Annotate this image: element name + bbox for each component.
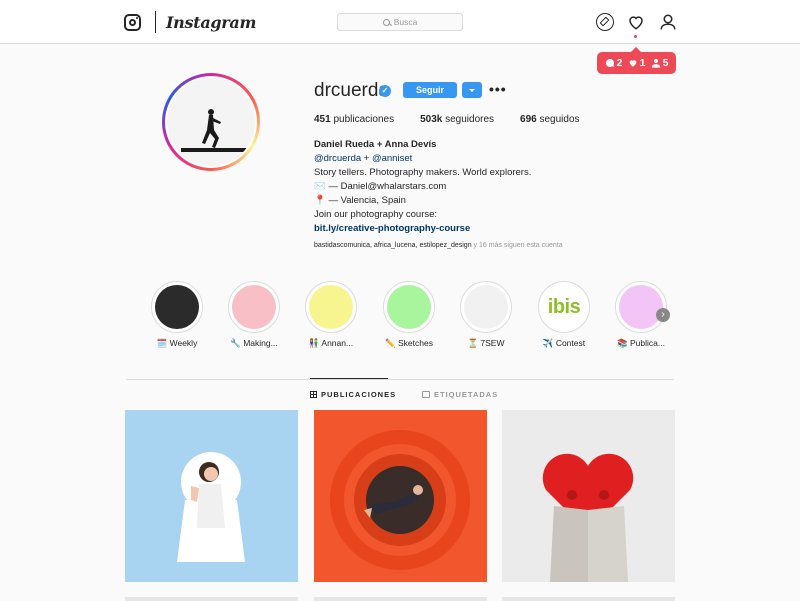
post-thumbnail[interactable] (502, 410, 675, 582)
story-highlight[interactable]: 🔧 Making... (224, 281, 284, 349)
post-thumbnail[interactable] (314, 410, 487, 582)
highlight-cover (387, 285, 431, 329)
instagram-wordmark: Instagram (166, 12, 257, 32)
tabs-divider (126, 379, 674, 380)
instagram-logo[interactable]: Instagram (124, 11, 257, 33)
highlight-cover (155, 285, 199, 329)
story-highlight[interactable]: ⏳ 7SEW (456, 281, 516, 349)
mention-link[interactable]: @drcuerda (314, 153, 361, 164)
profile-avatar[interactable] (162, 73, 260, 171)
camera-icon (124, 13, 141, 31)
highlight-cover (464, 285, 508, 329)
story-highlight[interactable]: ibis ✈️ Contest (534, 281, 594, 349)
tag-icon (422, 391, 430, 398)
heart-icon (629, 60, 636, 67)
story-highlight[interactable]: 👫 Annan... (301, 281, 361, 349)
post-image (177, 452, 245, 562)
highlight-cover (309, 285, 353, 329)
profile-icon[interactable] (659, 13, 677, 31)
highlight-label: ✈️ Contest (542, 338, 586, 348)
post-thumbnail-edge (125, 597, 298, 601)
highlight-cover (232, 285, 276, 329)
highlight-label: ⏳ 7SEW (467, 338, 505, 348)
full-name: Daniel Rueda + Anna Devís (314, 139, 437, 150)
compass-icon[interactable] (596, 13, 614, 31)
search-icon (382, 18, 390, 26)
story-highlight[interactable]: 🗓️ Weekly (147, 281, 207, 349)
bio-email: ✉️ — Daniel@whalarstars.com (314, 181, 447, 192)
highlight-label: 📚 Publica... (617, 338, 665, 348)
comments-count: 2 (605, 57, 622, 69)
avatar-figure (181, 109, 249, 152)
more-options-button[interactable]: ••• (489, 82, 507, 96)
profile-stats: 451 publicaciones 503k seguidores 696 se… (314, 114, 606, 125)
followers-stat[interactable]: 503k seguidores (420, 114, 494, 125)
avatar-photo (167, 78, 255, 166)
follows-count: 5 (651, 57, 668, 69)
highlight-label: 👫 Annan... (308, 338, 354, 348)
active-tab-indicator (310, 378, 388, 379)
post-image (502, 410, 675, 582)
chevron-right-icon[interactable]: › (656, 308, 670, 322)
follow-button[interactable]: Seguir (403, 82, 457, 98)
tab-tagged[interactable]: ETIQUETADAS (422, 390, 498, 399)
bio-mentions: @drcuerda + @anniset (314, 153, 413, 164)
bio-line: Join our photography course: (314, 209, 438, 220)
top-nav-bar: Instagram Busca (0, 0, 800, 44)
bio-line: Story tellers. Photography makers. World… (314, 167, 532, 178)
suggested-accounts-dropdown-button[interactable] (462, 82, 482, 98)
search-input[interactable]: Busca (337, 13, 463, 31)
highlight-cover (619, 285, 663, 329)
verified-badge-icon: ✓ (379, 85, 391, 97)
profile-username: drcuerda (314, 80, 389, 101)
heart-icon[interactable] (627, 13, 645, 31)
following-stat[interactable]: 696 seguidos (520, 114, 580, 125)
highlight-label: ✏️ Sketches (385, 338, 433, 348)
ibis-logo: ibis (542, 285, 586, 329)
search-placeholder: Busca (393, 17, 418, 27)
story-highlight[interactable]: ✏️ Sketches (379, 281, 439, 349)
highlight-label: 🔧 Making... (230, 338, 278, 348)
highlight-label: 🗓️ Weekly (156, 338, 198, 348)
activity-notification-popup[interactable]: 2 1 5 (597, 47, 676, 74)
post-thumbnail-edge (502, 597, 675, 601)
person-icon (651, 58, 660, 68)
activity-indicator-dot (634, 35, 637, 38)
logo-divider (155, 11, 156, 33)
tab-posts[interactable]: PUBLICACIONES (310, 390, 396, 399)
post-image (314, 410, 487, 582)
followed-by-text[interactable]: bastidascomunica, africa_lucena, estilop… (314, 242, 563, 249)
post-thumbnail-edge (314, 597, 487, 601)
posts-stat: 451 publicaciones (314, 114, 395, 125)
bio-website-link[interactable]: bit.ly/creative-photography-course (314, 222, 614, 236)
likes-count: 1 (628, 57, 645, 69)
grid-icon (310, 391, 317, 398)
post-thumbnail[interactable] (125, 410, 298, 582)
mention-link[interactable]: @anniset (372, 153, 412, 164)
comment-icon (605, 58, 614, 67)
profile-bio: Daniel Rueda + Anna Devís @drcuerda + @a… (314, 138, 614, 236)
bio-location: 📍 — Valencia, Spain (314, 195, 406, 206)
